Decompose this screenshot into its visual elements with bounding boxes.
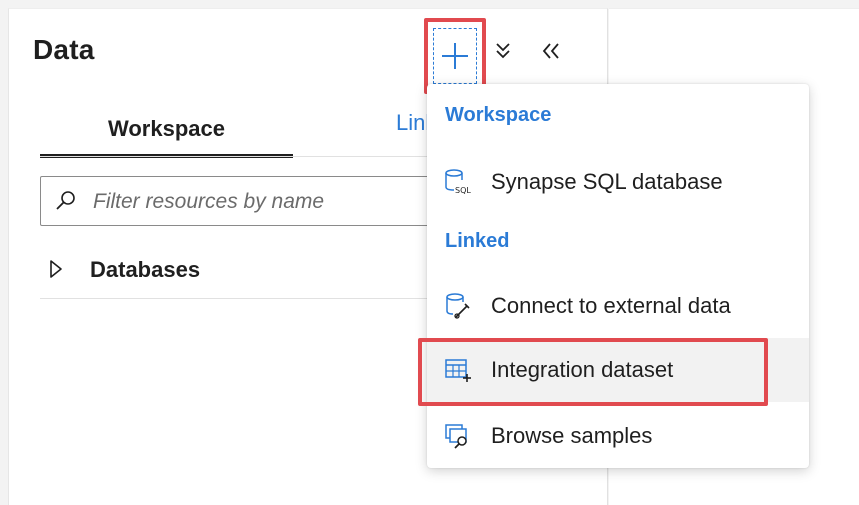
search-icon	[56, 191, 75, 210]
sql-database-icon: SQL	[445, 169, 471, 195]
tree-item-label: Databases	[90, 257, 201, 282]
caret-right-icon[interactable]	[48, 259, 64, 279]
menu-item-integration-dataset[interactable]: Integration dataset	[427, 338, 809, 402]
add-resource-button[interactable]	[424, 18, 486, 94]
search-input[interactable]	[91, 184, 435, 220]
menu-item-label: Synapse SQL database	[491, 169, 723, 194]
tree-item-databases[interactable]: Databases	[40, 245, 440, 295]
external-data-icon	[446, 293, 470, 319]
plus-icon	[442, 43, 468, 69]
search-box	[40, 176, 440, 226]
menu-item-label: Integration dataset	[491, 357, 674, 382]
tree-divider	[40, 298, 440, 299]
app-canvas: Data Workspace Linked	[0, 0, 859, 505]
menu-item-label: Browse samples	[491, 423, 653, 448]
collapse-all-icon[interactable]	[490, 38, 516, 64]
browse-samples-icon	[445, 424, 467, 449]
menu-section-linked: Linked	[445, 230, 510, 252]
menu-item-synapse-sql-database[interactable]: SQL Synapse SQL database	[427, 150, 809, 214]
menu-item-browse-samples[interactable]: Browse samples	[427, 404, 809, 468]
tab-workspace[interactable]: Workspace	[40, 100, 293, 158]
menu-item-label: Connect to external data	[491, 293, 731, 318]
focus-ring	[433, 28, 477, 84]
svg-text:SQL: SQL	[455, 186, 471, 195]
menu-section-workspace: Workspace	[445, 104, 552, 126]
menu-item-connect-external-data[interactable]: Connect to external data	[427, 274, 809, 338]
tabs-divider	[40, 156, 440, 157]
integration-dataset-icon	[445, 359, 471, 382]
add-resource-menu: Workspace SQL Synapse SQL database Linke…	[427, 84, 809, 468]
tab-workspace-label: Workspace	[108, 116, 225, 141]
panel-title: Data	[33, 34, 95, 65]
double-chevron-left-icon[interactable]	[538, 38, 564, 64]
